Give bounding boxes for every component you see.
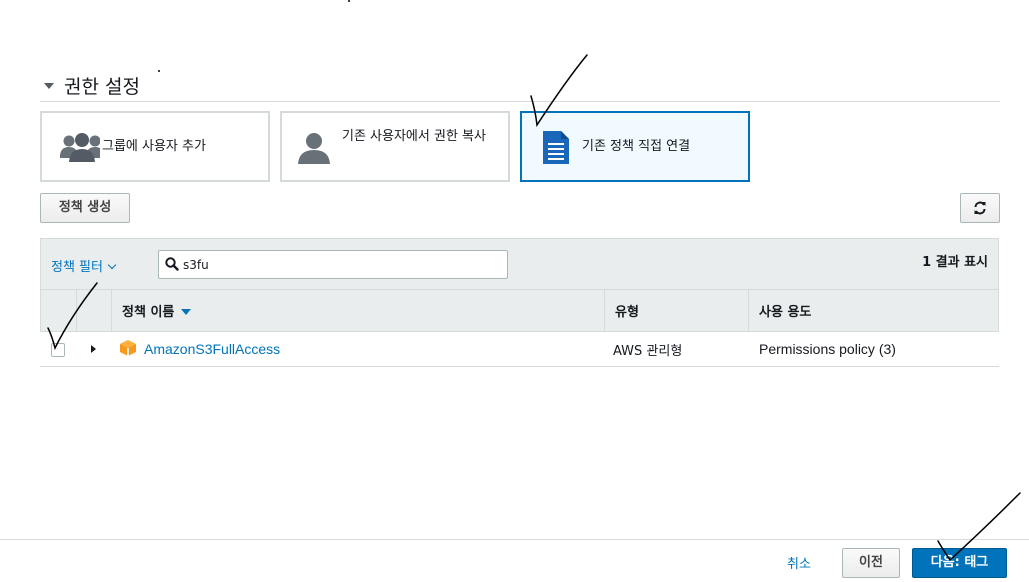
filter-bar: 정책 필터 1 결과 표시 bbox=[40, 238, 999, 290]
chevron-down-icon bbox=[107, 260, 117, 270]
pen-dot bbox=[348, 0, 350, 2]
column-name-header[interactable]: 정책 이름 bbox=[111, 290, 604, 331]
policy-filter-dropdown[interactable]: 정책 필터 bbox=[51, 256, 117, 275]
column-type-header[interactable]: 유형 bbox=[604, 290, 748, 331]
previous-button[interactable]: 이전 bbox=[842, 548, 900, 578]
group-icon bbox=[60, 133, 100, 162]
user-icon bbox=[298, 133, 330, 164]
option-label: 기존 정책 직접 연결 bbox=[582, 139, 691, 154]
cancel-link[interactable]: 취소 bbox=[787, 553, 811, 572]
option-label: 그룹에 사용자 추가 bbox=[102, 139, 206, 154]
column-divider bbox=[76, 290, 77, 331]
column-usage-header[interactable]: 사용 용도 bbox=[748, 290, 998, 331]
search-box[interactable] bbox=[158, 250, 508, 279]
sort-caret-icon bbox=[181, 309, 192, 315]
policy-filter-label: 정책 필터 bbox=[51, 260, 103, 275]
option-attach-policies[interactable]: 기존 정책 직접 연결 bbox=[520, 111, 750, 182]
result-count: 1 결과 표시 bbox=[922, 255, 988, 270]
policy-usage: Permissions policy (3) bbox=[759, 341, 896, 357]
policies-table: 정책 필터 1 결과 표시 정책 이름 유형 사용 용도 Amazon bbox=[40, 238, 999, 367]
refresh-icon bbox=[974, 201, 986, 215]
column-usage-label: 사용 용도 bbox=[759, 305, 812, 320]
create-policy-button[interactable]: 정책 생성 bbox=[40, 193, 130, 223]
option-add-user-to-group[interactable]: 그룹에 사용자 추가 bbox=[40, 111, 270, 182]
row-checkbox[interactable] bbox=[51, 343, 65, 357]
option-copy-permissions[interactable]: 기존 사용자에서 권한 복사 bbox=[280, 111, 510, 182]
table-header: 정책 이름 유형 사용 용도 bbox=[40, 290, 999, 332]
permissions-section-header[interactable]: 권한 설정 bbox=[40, 66, 1000, 102]
section-title: 권한 설정 bbox=[64, 76, 140, 98]
search-icon bbox=[165, 257, 179, 271]
policy-type: AWS 관리형 bbox=[613, 344, 683, 359]
refresh-button[interactable] bbox=[960, 193, 1000, 223]
column-type-label: 유형 bbox=[615, 305, 639, 320]
column-name-label: 정책 이름 bbox=[122, 305, 175, 320]
option-label: 기존 사용자에서 권한 복사 bbox=[342, 129, 486, 144]
wizard-footer: 취소 이전 다음: 태그 bbox=[0, 539, 1029, 582]
table-row[interactable]: AmazonS3FullAccess AWS 관리형 Permissions p… bbox=[40, 332, 999, 367]
document-icon bbox=[543, 131, 569, 164]
caret-down-icon[interactable] bbox=[44, 83, 54, 89]
next-button[interactable]: 다음: 태그 bbox=[912, 548, 1007, 578]
expand-arrow-icon[interactable] bbox=[91, 345, 96, 353]
policy-name-link[interactable]: AmazonS3FullAccess bbox=[144, 341, 280, 357]
package-icon bbox=[120, 340, 136, 356]
search-input[interactable] bbox=[183, 254, 493, 275]
